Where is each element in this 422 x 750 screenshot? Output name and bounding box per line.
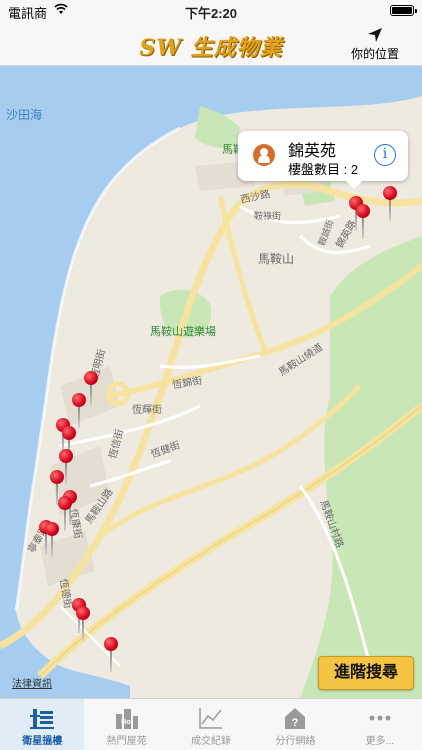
tab-branches[interactable]: ? 分行網絡 xyxy=(253,699,337,750)
my-location-button[interactable]: 你的位置 xyxy=(342,24,408,64)
building-search-icon xyxy=(30,709,55,729)
property-pin[interactable] xyxy=(76,606,90,646)
property-pin[interactable] xyxy=(104,637,118,677)
location-arrow-icon xyxy=(368,28,382,42)
advanced-search-button[interactable]: 進階搜尋 xyxy=(318,656,414,690)
nav-bar: SW 生成物業 你的位置 xyxy=(0,22,422,66)
tab-label: 熱門屋苑 xyxy=(106,736,147,747)
property-pin[interactable] xyxy=(45,522,59,562)
tab-label: 分行網絡 xyxy=(275,736,316,747)
branch-question-icon: ? xyxy=(285,708,306,729)
tab-more[interactable]: 更多... xyxy=(338,699,422,750)
tab-satellite-search[interactable]: 衛星搵樓 xyxy=(0,699,85,750)
status-bar: 電訊商 下午2:20 xyxy=(0,0,422,22)
tab-label: 衛星搵樓 xyxy=(22,736,63,747)
battery-icon xyxy=(390,5,417,16)
tab-transactions[interactable]: 成交紀錄 xyxy=(169,699,253,750)
road-label: 鞍祿街 xyxy=(254,211,282,221)
legal-link[interactable]: 法律資訊 xyxy=(12,675,52,690)
chart-line-icon xyxy=(199,708,223,729)
svg-text:Hot: Hot xyxy=(121,719,133,726)
status-time: 下午2:20 xyxy=(184,6,238,21)
callout-title: 錦英苑 xyxy=(288,143,337,160)
property-pin[interactable] xyxy=(356,204,370,244)
callout-count: 樓盤數目 : 2 xyxy=(288,162,359,177)
property-pin[interactable] xyxy=(58,496,72,536)
property-pin[interactable] xyxy=(383,186,397,226)
place-label: 馬鞍山 xyxy=(258,252,295,266)
tab-label: 更多... xyxy=(365,736,394,747)
info-icon[interactable]: i xyxy=(374,144,396,166)
my-location-label: 你的位置 xyxy=(350,47,399,61)
water-label: 沙田海 xyxy=(6,108,43,122)
hot-buildings-icon: Hot xyxy=(115,709,138,729)
tab-label: 成交紀錄 xyxy=(191,736,232,747)
svg-text:?: ? xyxy=(292,717,299,729)
more-dots-icon xyxy=(369,715,391,721)
property-pin[interactable] xyxy=(84,371,98,411)
park-label-2: 馬鞍山遊樂場 xyxy=(150,326,216,338)
tab-bar: 衛星搵樓 Hot 熱門屋苑 成交紀錄 ? 分行網絡 更多... xyxy=(0,698,422,750)
map-view[interactable]: 沙田海 馬鞍 馬鞍山遊樂場 馬鞍山 西沙路 鞍祿街 錦英路 馬鞍山繞道 馬鞍山路… xyxy=(0,66,422,698)
road-label: 恆輝街 xyxy=(132,405,162,416)
tab-hot-estates[interactable]: Hot 熱門屋苑 xyxy=(84,699,168,750)
agent-avatar-icon xyxy=(253,144,275,166)
property-callout[interactable]: 錦英苑 樓盤數目 : 2 i xyxy=(238,131,408,189)
